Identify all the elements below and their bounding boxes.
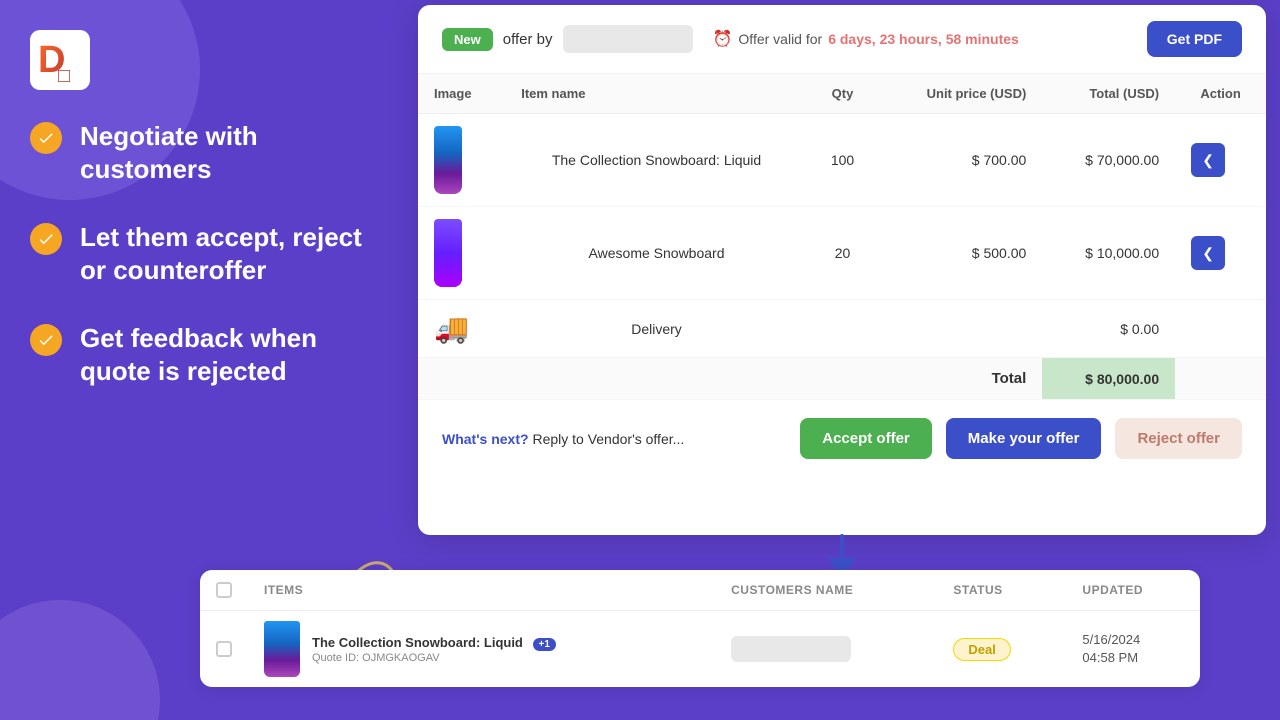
item-name-cell-3: Delivery: [505, 300, 808, 358]
offer-timer: ⏰ Offer valid for 6 days, 23 hours, 58 m…: [713, 29, 1019, 49]
item-name-cell-2: Awesome Snowboard: [505, 207, 808, 300]
item-image-cell: [418, 114, 505, 207]
features-list: Negotiate with customers Let them accept…: [30, 120, 390, 423]
item-qty-cell-1: 100: [808, 114, 877, 207]
timer-prefix: Offer valid for: [738, 31, 822, 47]
delivery-icon: 🚚: [434, 313, 469, 344]
item-unit-price-cell-2: $ 500.00: [877, 207, 1042, 300]
total-value: $ 80,000.00: [1042, 358, 1175, 400]
offer-by-label: offer by: [503, 31, 553, 48]
bottom-item-cell: The Collection Snowboard: Liquid +1 Quot…: [248, 611, 715, 687]
get-pdf-button[interactable]: Get PDF: [1147, 21, 1242, 57]
item-unit-price-cell-1: $ 700.00: [877, 114, 1042, 207]
feature-item-accept-reject: Let them accept, reject or counteroffer: [30, 221, 390, 286]
plus-badge: +1: [533, 638, 556, 651]
check-icon-feedback: [30, 324, 62, 356]
deal-status-badge: Deal: [953, 638, 1010, 661]
bottom-customer-cell: [715, 611, 937, 688]
check-icon-accept-reject: [30, 223, 62, 255]
offer-header: New offer by ⏰ Offer valid for 6 days, 2…: [418, 5, 1266, 74]
arrow-stem: [840, 534, 844, 558]
footer-actions: What's next? Reply to Vendor's offer... …: [418, 400, 1266, 477]
snowboard1-image: [434, 126, 462, 194]
action-cell-2: ❮: [1175, 207, 1266, 300]
action-cell-1: ❮: [1175, 114, 1266, 207]
feature-item-negotiate: Negotiate with customers: [30, 120, 390, 185]
table-row: 🚚 Delivery $ 0.00: [418, 300, 1266, 358]
item-name-cell-1: The Collection Snowboard: Liquid: [505, 114, 808, 207]
item-image-cell-3: 🚚: [418, 300, 505, 358]
item-total-cell-1: $ 70,000.00: [1042, 114, 1175, 207]
updated-time: 04:58 PM: [1082, 649, 1184, 667]
total-label: Total: [877, 358, 1042, 400]
svg-text:□: □: [58, 65, 70, 87]
timer-icon: ⏰: [713, 29, 733, 49]
bottom-col-items: ITEMS: [248, 570, 715, 611]
bottom-status-cell: Deal: [937, 611, 1066, 688]
header-checkbox[interactable]: [216, 582, 232, 598]
updated-date: 5/16/2024: [1082, 631, 1184, 649]
offer-by-input[interactable]: [563, 25, 693, 53]
table-row: Awesome Snowboard 20 $ 500.00 $ 10,000.0…: [418, 207, 1266, 300]
row-checkbox[interactable]: [216, 641, 232, 657]
table-row: The Collection Snowboard: Liquid 100 $ 7…: [418, 114, 1266, 207]
bottom-col-customers: CUSTOMERS NAME: [715, 570, 937, 611]
whats-next-link[interactable]: What's next?: [442, 431, 529, 447]
action-button-1[interactable]: ❮: [1191, 143, 1225, 177]
bottom-col-status: STATUS: [937, 570, 1066, 611]
check-icon-negotiate: [30, 122, 62, 154]
action-cell-3: [1175, 300, 1266, 358]
col-total: Total (USD): [1042, 74, 1175, 114]
quote-table: Image Item name Qty Unit price (USD) Tot…: [418, 74, 1266, 400]
col-item-name: Item name: [505, 74, 808, 114]
bottom-updated-cell: 5/16/2024 04:58 PM: [1066, 611, 1200, 688]
bottom-snowboard-image: [264, 621, 300, 677]
feature-text-feedback: Get feedback when quote is rejected: [80, 322, 390, 387]
feature-text-negotiate: Negotiate with customers: [80, 120, 390, 185]
col-image: Image: [418, 74, 505, 114]
customer-name-input[interactable]: [731, 636, 851, 662]
accept-offer-button[interactable]: Accept offer: [800, 418, 932, 459]
item-total-cell-2: $ 10,000.00: [1042, 207, 1175, 300]
snowboard2-image: [434, 219, 462, 287]
bottom-quote-id: Quote ID: OJMGKAOGAV: [312, 652, 556, 664]
col-qty: Qty: [808, 74, 877, 114]
bottom-table-row: The Collection Snowboard: Liquid +1 Quot…: [200, 611, 1200, 688]
col-unit-price: Unit price (USD): [877, 74, 1042, 114]
action-button-2[interactable]: ❮: [1191, 236, 1225, 270]
timer-value: 6 days, 23 hours, 58 minutes: [828, 31, 1019, 47]
feature-item-feedback: Get feedback when quote is rejected: [30, 322, 390, 387]
main-panel: New offer by ⏰ Offer valid for 6 days, 2…: [418, 5, 1266, 535]
bottom-panel: ITEMS CUSTOMERS NAME STATUS UPDATED The …: [200, 570, 1200, 687]
bottom-col-updated: UPDATED: [1066, 570, 1200, 611]
item-qty-cell-2: 20: [808, 207, 877, 300]
item-unit-price-cell-3: [877, 300, 1042, 358]
bottom-table: ITEMS CUSTOMERS NAME STATUS UPDATED The …: [200, 570, 1200, 687]
item-image-cell-2: [418, 207, 505, 300]
total-row: Total $ 80,000.00: [418, 358, 1266, 400]
bottom-col-checkbox: [200, 570, 248, 611]
new-badge: New: [442, 28, 493, 51]
blob-decoration-bottom: [0, 600, 160, 720]
item-qty-cell-3: [808, 300, 877, 358]
whats-next: What's next? Reply to Vendor's offer...: [442, 431, 684, 447]
make-offer-button[interactable]: Make your offer: [946, 418, 1102, 459]
reject-offer-button[interactable]: Reject offer: [1115, 418, 1242, 459]
item-total-cell-3: $ 0.00: [1042, 300, 1175, 358]
logo: D □: [30, 30, 90, 90]
col-action: Action: [1175, 74, 1266, 114]
reply-text: Reply to Vendor's offer...: [532, 431, 684, 447]
feature-text-accept-reject: Let them accept, reject or counteroffer: [80, 221, 390, 286]
bottom-item-name: The Collection Snowboard: Liquid +1: [312, 635, 556, 650]
bottom-row-checkbox-cell: [200, 611, 248, 688]
